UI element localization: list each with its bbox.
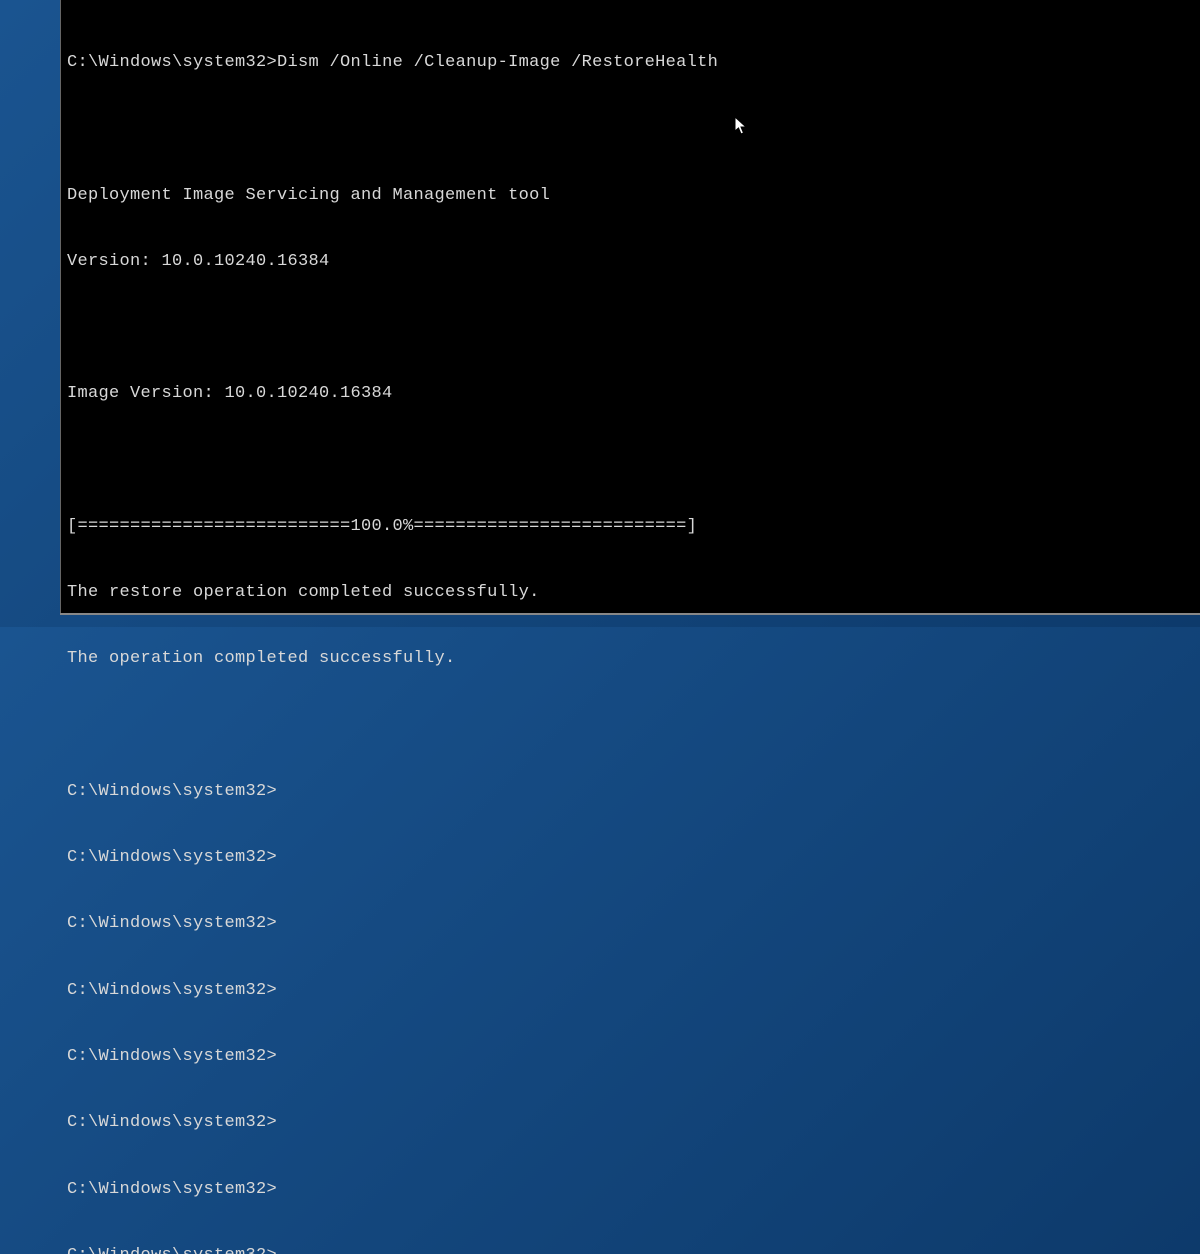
blank-line <box>67 317 1194 339</box>
window-border <box>60 613 1200 615</box>
empty-prompt-line: C:\Windows\system32> <box>67 847 1194 869</box>
version-line: Version: 10.0.10240.16384 <box>67 251 1194 273</box>
command-prompt-window[interactable]: C:\Windows\system32>Dism /Online /Cleanu… <box>60 0 1200 615</box>
empty-prompt-line: C:\Windows\system32> <box>67 1179 1194 1201</box>
operation-success-line: The operation completed successfully. <box>67 648 1194 670</box>
tool-name-line: Deployment Image Servicing and Managemen… <box>67 185 1194 207</box>
blank-line <box>67 118 1194 140</box>
terminal-output[interactable]: C:\Windows\system32>Dism /Online /Cleanu… <box>61 0 1200 1254</box>
command-line: C:\Windows\system32>Dism /Online /Cleanu… <box>67 52 1194 74</box>
empty-prompt-line: C:\Windows\system32> <box>67 1112 1194 1134</box>
empty-prompt-line: C:\Windows\system32> <box>67 980 1194 1002</box>
image-version-line: Image Version: 10.0.10240.16384 <box>67 383 1194 405</box>
prompt-text: C:\Windows\system32> <box>67 53 277 72</box>
command-text: Dism /Online /Cleanup-Image /RestoreHeal… <box>277 53 718 72</box>
blank-line <box>67 450 1194 472</box>
empty-prompt-line: C:\Windows\system32> <box>67 1046 1194 1068</box>
blank-line <box>67 715 1194 737</box>
restore-success-line: The restore operation completed successf… <box>67 582 1194 604</box>
empty-prompt-line: C:\Windows\system32> <box>67 781 1194 803</box>
empty-prompt-line: C:\Windows\system32> <box>67 1245 1194 1254</box>
progress-bar-line: [==========================100.0%=======… <box>67 516 1194 538</box>
empty-prompt-line: C:\Windows\system32> <box>67 913 1194 935</box>
